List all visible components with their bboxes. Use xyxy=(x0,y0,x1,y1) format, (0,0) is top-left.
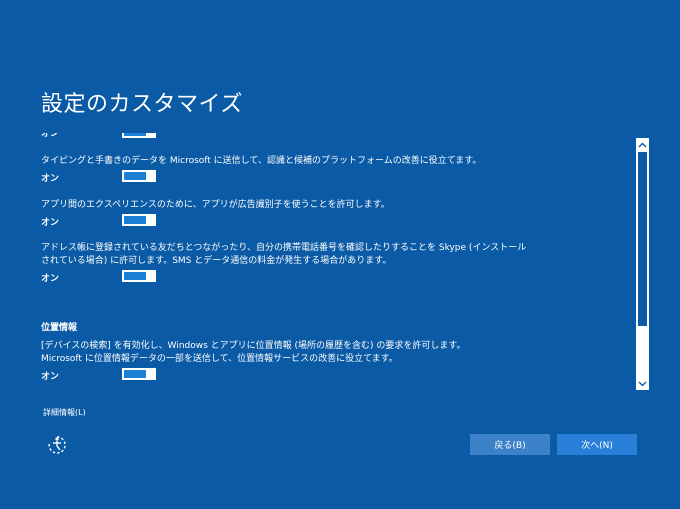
setting-ad-id-description: アプリ間のエクスペリエンスのために、アプリが広告識別子を使うことを許可します。 xyxy=(41,200,390,210)
setting-typing-description: タイピングと手書きのデータを Microsoft に送信して、認識と候補のプラッ… xyxy=(41,156,482,166)
toggle-state-label: オン xyxy=(41,133,60,139)
chevron-down-icon[interactable] xyxy=(636,377,649,390)
setting-ad-id: アプリ間のエクスペリエンスのために、アプリが広告識別子を使うことを許可します。 … xyxy=(41,199,511,228)
section-heading-location: 位置情報 xyxy=(41,323,78,333)
chevron-up-icon[interactable] xyxy=(636,138,649,151)
setting-typing: タイピングと手書きのデータを Microsoft に送信して、認識と候補のプラッ… xyxy=(41,155,511,184)
toggle-switch-ad-id[interactable] xyxy=(122,214,156,226)
setting-location-description-line1: [デバイスの検索] を有効化し、Windows とアプリに位置情報 (場所の履歴… xyxy=(41,341,466,351)
setting-clipped: オン xyxy=(41,133,511,147)
next-button[interactable]: 次へ(N) xyxy=(557,434,637,455)
setting-contacts-description-line1: アドレス帳に登録されている友だちとつながったり、自分の携帯電話番号を確認したりす… xyxy=(41,243,527,253)
back-button[interactable]: 戻る(B) xyxy=(470,434,550,455)
setting-location: [デバイスの検索] を有効化し、Windows とアプリに位置情報 (場所の履歴… xyxy=(41,340,511,382)
toggle-state-label: オン xyxy=(41,372,60,382)
toggle-track xyxy=(124,216,146,224)
details-link[interactable]: 詳細情報(L) xyxy=(43,407,86,418)
toggle-state-label: オン xyxy=(41,218,60,228)
toggle-track xyxy=(124,133,146,136)
ease-of-access-icon[interactable] xyxy=(46,434,68,456)
toggle-switch-typing[interactable] xyxy=(122,170,156,182)
toggle-track xyxy=(124,272,146,280)
setting-location-description-line2: Microsoft に位置情報データの一部を送信して、位置情報サービスの改善に役… xyxy=(41,354,398,364)
toggle-track xyxy=(124,370,146,378)
toggle-switch-clipped[interactable] xyxy=(122,133,156,138)
scrollbar-thumb[interactable] xyxy=(638,152,647,326)
toggle-switch-contacts[interactable] xyxy=(122,270,156,282)
page-title: 設定のカスタマイズ xyxy=(41,92,243,117)
toggle-state-label: オン xyxy=(41,174,60,184)
toggle-track xyxy=(124,172,146,180)
setting-contacts: アドレス帳に登録されている友だちとつながったり、自分の携帯電話番号を確認したりす… xyxy=(41,242,527,284)
settings-list: オン タイピングと手書きのデータを Microsoft に送信して、認識と候補の… xyxy=(41,133,631,391)
setting-contacts-description-line2: されている場合) に許可します。SMS とデータ通信の料金が発生する場合がありま… xyxy=(41,256,392,266)
toggle-state-label: オン xyxy=(41,274,60,284)
toggle-switch-location[interactable] xyxy=(122,368,156,380)
vertical-scrollbar[interactable] xyxy=(636,138,649,390)
